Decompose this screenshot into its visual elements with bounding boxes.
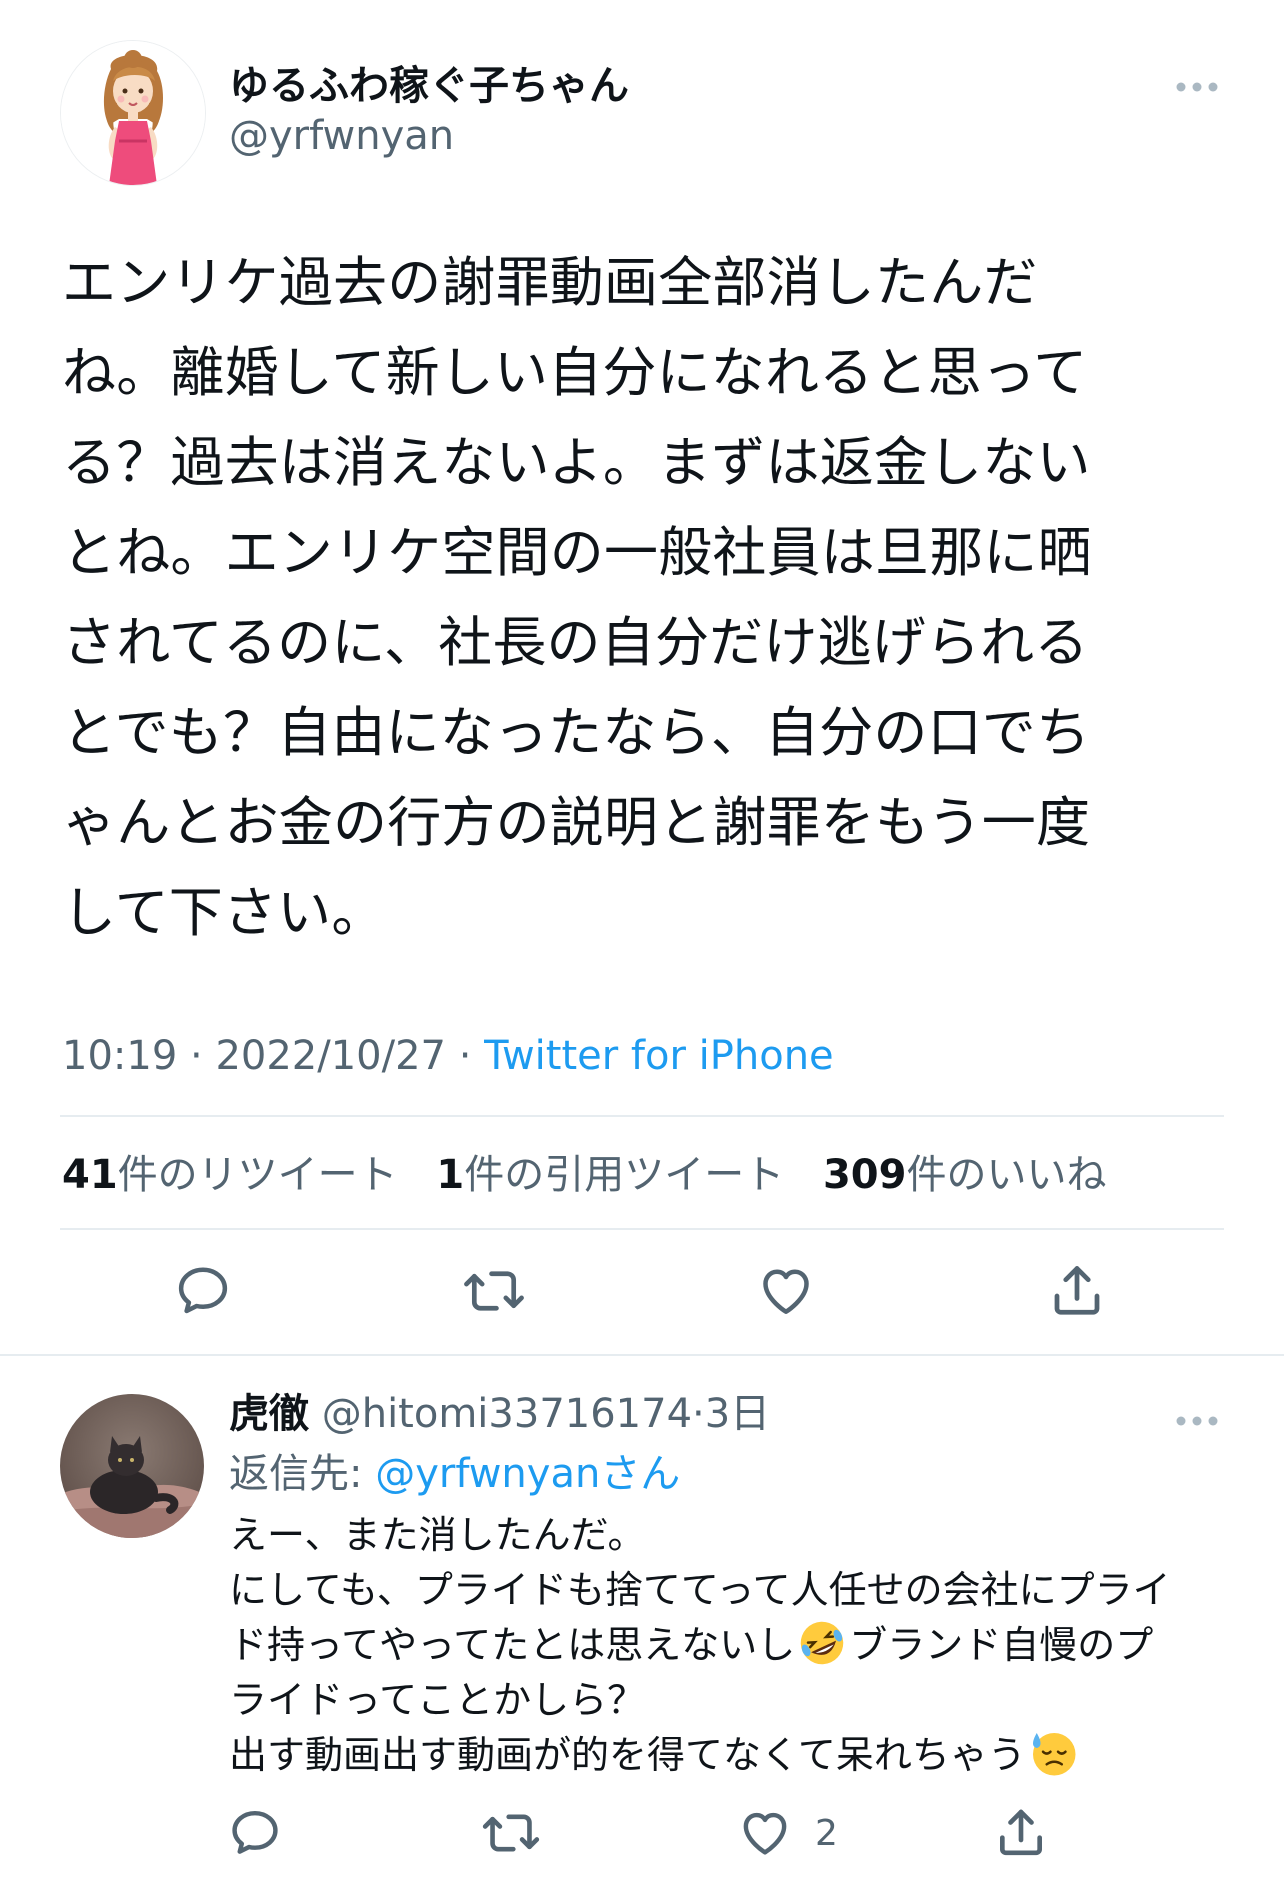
more-dots-icon	[1176, 1416, 1218, 1426]
girl-avatar-illustration-icon	[61, 41, 205, 185]
reply-share-button[interactable]	[988, 1800, 1054, 1866]
share-upload-icon	[1000, 1809, 1042, 1856]
reply-retweet-button[interactable]	[478, 1800, 544, 1866]
tweet-text: エンリケ過去の謝罪動画全部消したんだ ね。離婚して新しい自分になれると思って る…	[62, 238, 1202, 958]
more-dots-icon	[1176, 82, 1218, 92]
replying-to-suffix: さん	[600, 1451, 681, 1497]
divider	[60, 1115, 1224, 1117]
retweet-button[interactable]	[461, 1258, 527, 1324]
tweet-text-line: る？過去は消えないよ。まずは返金しない	[62, 431, 1091, 494]
tweet-text-line: して下さい。	[62, 881, 386, 944]
retweets-stat[interactable]: 41件のリツイート	[62, 1152, 398, 1198]
reply-reply-button[interactable]	[222, 1800, 288, 1866]
heart-icon	[743, 1812, 787, 1855]
reply-like-count: 2	[815, 1813, 838, 1854]
tweet-text-line: エンリケ過去の謝罪動画全部消したんだ	[62, 251, 1038, 314]
reply-button[interactable]	[170, 1258, 236, 1324]
replying-to: 返信先: @yrfwnyanさん	[229, 1446, 680, 1502]
divider	[60, 1228, 1224, 1230]
reply-author-avatar[interactable]	[60, 1394, 204, 1538]
tweet-timestamp-row: 10:19 · 2022/10/27 · Twitter for iPhone	[62, 1030, 834, 1082]
reply-text: えー、また消したんだ。 にしても、プライドも捨ててって人任せの会社にプライ ド持…	[229, 1508, 1229, 1783]
meta-separator: ·	[190, 1033, 203, 1079]
reply-text-line: にしても、プライドも捨ててって人任せの会社にプライ	[229, 1568, 1171, 1612]
reply-author-handle[interactable]: @hitomi33716174	[322, 1391, 692, 1437]
meta-separator: ·	[458, 1033, 472, 1079]
reply-age[interactable]: 3日	[705, 1391, 770, 1437]
quotes-count: 1	[436, 1152, 465, 1198]
cat-avatar-photo-icon	[60, 1394, 204, 1538]
likes-count: 309	[822, 1152, 907, 1198]
retweet-icon	[482, 1814, 540, 1852]
engagement-stats: 41件のリツイート 1件の引用ツイート 309件のいいね	[62, 1148, 1132, 1202]
heart-icon	[763, 1269, 809, 1314]
reply-text-line: えー、また消したんだ。	[229, 1513, 646, 1557]
share-button[interactable]	[1044, 1258, 1110, 1324]
quotes-label: 件の引用ツイート	[464, 1152, 785, 1198]
tweet-time[interactable]: 10:19	[62, 1033, 177, 1079]
downcast-sweat-emoji-icon	[1032, 1733, 1076, 1776]
reply-text-line: ド持ってやってたとは思えないし ブランド自慢のプ	[229, 1618, 1229, 1673]
main-tweet: ゆるふわ稼ぐ子ちゃん @yrfwnyan エンリケ過去の謝罪動画全部消したんだ …	[0, 0, 1284, 1357]
tweet-text-line: とでも？自由になったなら、自分の口でち	[62, 701, 1091, 764]
share-upload-icon	[1054, 1266, 1100, 1315]
reply-text-line: 出す動画出す動画が的を得てなくて呆れちゃう	[229, 1728, 1229, 1783]
tweet-text-line: とね。エンリケ空間の一般社員は旦那に晒	[62, 521, 1092, 584]
author-display-name[interactable]: ゆるふわ稼ぐ子ちゃん	[229, 58, 629, 114]
meta-separator: ·	[692, 1391, 705, 1437]
retweets-label: 件のリツイート	[117, 1152, 398, 1198]
like-button[interactable]	[753, 1258, 819, 1324]
tweet-text-line: されてるのに、社長の自分だけ逃げられる	[62, 611, 1089, 674]
likes-label: 件のいいね	[906, 1152, 1107, 1198]
replying-to-label: 返信先:	[229, 1451, 363, 1497]
replying-to-mention[interactable]: @yrfwnyan	[375, 1451, 600, 1497]
reply-like-button[interactable]	[732, 1800, 798, 1866]
tweet-date[interactable]: 2022/10/27	[215, 1033, 446, 1079]
reply-tweet[interactable]: 虎徹 @hitomi33716174·3日 返信先: @yrfwnyanさん え…	[0, 1356, 1284, 1891]
reply-more-options-button[interactable]	[1172, 1404, 1222, 1438]
likes-stat[interactable]: 309件のいいね	[823, 1152, 1107, 1198]
rolling-laughing-emoji-icon	[800, 1621, 844, 1665]
tweet-text-line: ゃんとお金の行方の説明と謝罪をもう一度	[62, 791, 1091, 854]
reply-text-segment: ド持ってやってたとは思えないし	[229, 1623, 796, 1667]
retweets-count: 41	[62, 1152, 118, 1198]
comment-bubble-icon	[178, 1267, 228, 1314]
retweet-icon	[464, 1271, 524, 1311]
quotes-stat[interactable]: 1件の引用ツイート	[436, 1152, 784, 1198]
tweet-text-line: ね。離婚して新しい自分になれると思って	[62, 341, 1088, 404]
author-avatar[interactable]	[60, 40, 206, 186]
comment-bubble-icon	[232, 1810, 278, 1854]
reply-header: 虎徹 @hitomi33716174·3日	[229, 1386, 770, 1442]
author-handle[interactable]: @yrfwnyan	[229, 110, 454, 162]
reply-author-name[interactable]: 虎徹	[229, 1391, 309, 1437]
more-options-button[interactable]	[1172, 70, 1222, 104]
reply-text-segment: 出す動画出す動画が的を得てなくて呆れちゃう	[229, 1733, 1026, 1777]
reply-text-line: ライドってことかしら？	[229, 1678, 646, 1722]
reply-text-segment: ブランド自慢のプ	[849, 1623, 1154, 1667]
tweet-source-link[interactable]: Twitter for iPhone	[484, 1033, 834, 1079]
